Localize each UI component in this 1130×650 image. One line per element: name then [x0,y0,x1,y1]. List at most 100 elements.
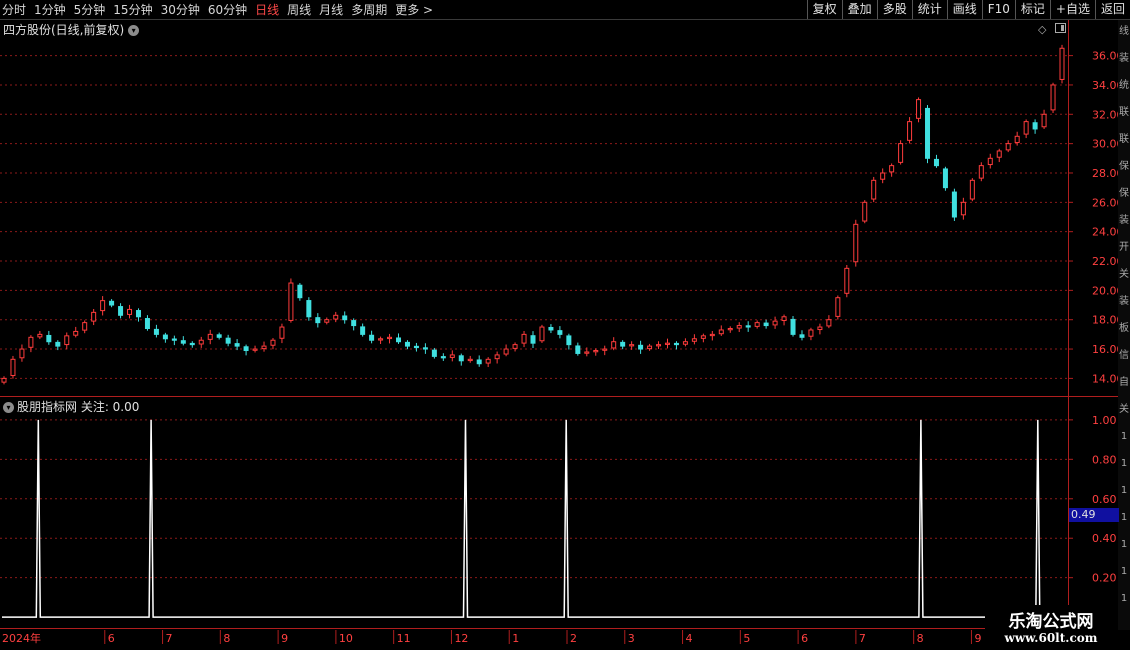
side-panel-glyph[interactable]: 1 [1118,592,1130,606]
candle-body [942,168,948,189]
candle-body [907,121,913,141]
indicator-tick-label: 0.40 [1092,532,1117,545]
side-panel-glyph[interactable]: 关 [1118,268,1130,282]
indicator-line [2,419,1066,618]
candle-body [521,333,527,344]
side-panel-glyph[interactable]: 联 [1118,133,1130,147]
candle-body [360,326,366,335]
watermark: 乐淘公式网 www.60lt.com [985,605,1117,650]
right-side-panel[interactable]: 线装统联联保保装开关装板信自关1111111 [1118,20,1130,630]
candle-body [700,335,706,339]
candle-body [333,314,339,320]
side-panel-glyph[interactable]: 统 [1118,79,1130,93]
candle-body [243,346,249,352]
side-panel-glyph[interactable]: 装 [1118,295,1130,309]
watermark-url: www.60lt.com [1004,631,1098,645]
candle-body [1041,113,1047,128]
time-tick-label: 9 [974,632,981,645]
candle-body [55,341,61,347]
cursor-value-label: 0.49 [1069,508,1119,522]
indicator-tick-label: 0.20 [1092,572,1117,585]
side-panel-glyph[interactable]: 自 [1118,376,1130,390]
candle-body [1050,84,1056,111]
candle-body [10,358,16,377]
side-panel-glyph[interactable]: 信 [1118,349,1130,363]
sub-chart-title: ▾ 股朋指标网 关注: 0.00 [3,398,139,415]
time-tick-label: 7 [166,632,173,645]
candle-body [64,335,70,346]
side-panel-glyph[interactable]: 1 [1118,484,1130,498]
main-chart-title-text: 四方股份(日线,前复权) [3,23,125,37]
side-panel-glyph[interactable]: 装 [1118,52,1130,66]
panel-toggle-icon[interactable] [1055,23,1066,33]
side-panel-glyph[interactable]: 1 [1118,565,1130,579]
time-tick-label: 2024年 [2,631,41,645]
candle-body [817,326,823,331]
candle-body [135,310,141,318]
side-panel-glyph[interactable]: 1 [1118,457,1130,471]
candle-body [207,333,213,340]
candle-body [826,319,832,327]
candle-body [189,342,195,346]
candle-body [709,333,715,337]
candle-body [324,319,330,323]
candle-body [844,267,850,294]
candle-body [933,158,939,167]
candle-body [396,337,402,343]
candle-body [987,157,993,166]
side-panel-glyph[interactable]: 保 [1118,160,1130,174]
chevron-down-icon[interactable]: ▾ [3,402,14,413]
side-panel-glyph[interactable]: 线 [1118,25,1130,39]
candle-body [656,344,662,347]
side-panel-glyph[interactable]: 开 [1118,241,1130,255]
candle-body [835,297,841,317]
candle-body [745,325,751,328]
candle-body [512,344,518,349]
candle-body [808,329,814,337]
diamond-icon[interactable]: ◇ [1038,23,1046,36]
candle-body [378,338,384,341]
side-panel-glyph[interactable]: 1 [1118,430,1130,444]
side-panel-glyph[interactable]: 1 [1118,538,1130,552]
side-panel-glyph[interactable]: 关 [1118,403,1130,417]
candle-body [252,348,258,351]
candle-body [171,338,177,341]
indicator-tick-label: 0.80 [1092,453,1117,466]
candle-body [539,326,545,342]
side-panel-glyph[interactable]: 联 [1118,106,1130,120]
candle-body [960,201,966,216]
sub-chart-title-text: 股朋指标网 关注: 0.00 [17,400,140,414]
candle-body [476,359,482,365]
candle-body [853,223,859,263]
candle-body [503,348,509,355]
candle-body [225,337,231,344]
candle-body [82,322,88,331]
candle-body [978,165,984,179]
candle-body [91,311,97,322]
chevron-down-icon[interactable]: ▾ [128,25,140,36]
candle-body [871,179,877,200]
candle-body [951,191,957,218]
candle-body [862,201,868,222]
time-tick-label: 10 [339,632,353,645]
chart-canvas[interactable]: 14.0016.0018.0020.0022.0024.0026.0028.00… [0,0,1130,650]
side-panel-glyph[interactable]: 装 [1118,214,1130,228]
candle-body [1032,122,1038,130]
candle-body [100,300,106,312]
candle-body [763,322,769,327]
candle-body [431,349,437,357]
candle-body [118,306,124,316]
candle-body [440,356,446,359]
side-panel-glyph[interactable]: 板 [1118,322,1130,336]
candle-body [566,335,572,346]
candle-body [342,315,348,321]
candle-body [73,330,79,336]
candle-body [422,347,428,350]
candle-body [548,326,554,331]
time-tick-label: 8 [917,632,924,645]
candle-body [270,339,276,346]
side-panel-glyph[interactable]: 1 [1118,511,1130,525]
candle-body [37,333,43,338]
side-panel-glyph[interactable]: 保 [1118,187,1130,201]
candle-body [727,328,733,331]
